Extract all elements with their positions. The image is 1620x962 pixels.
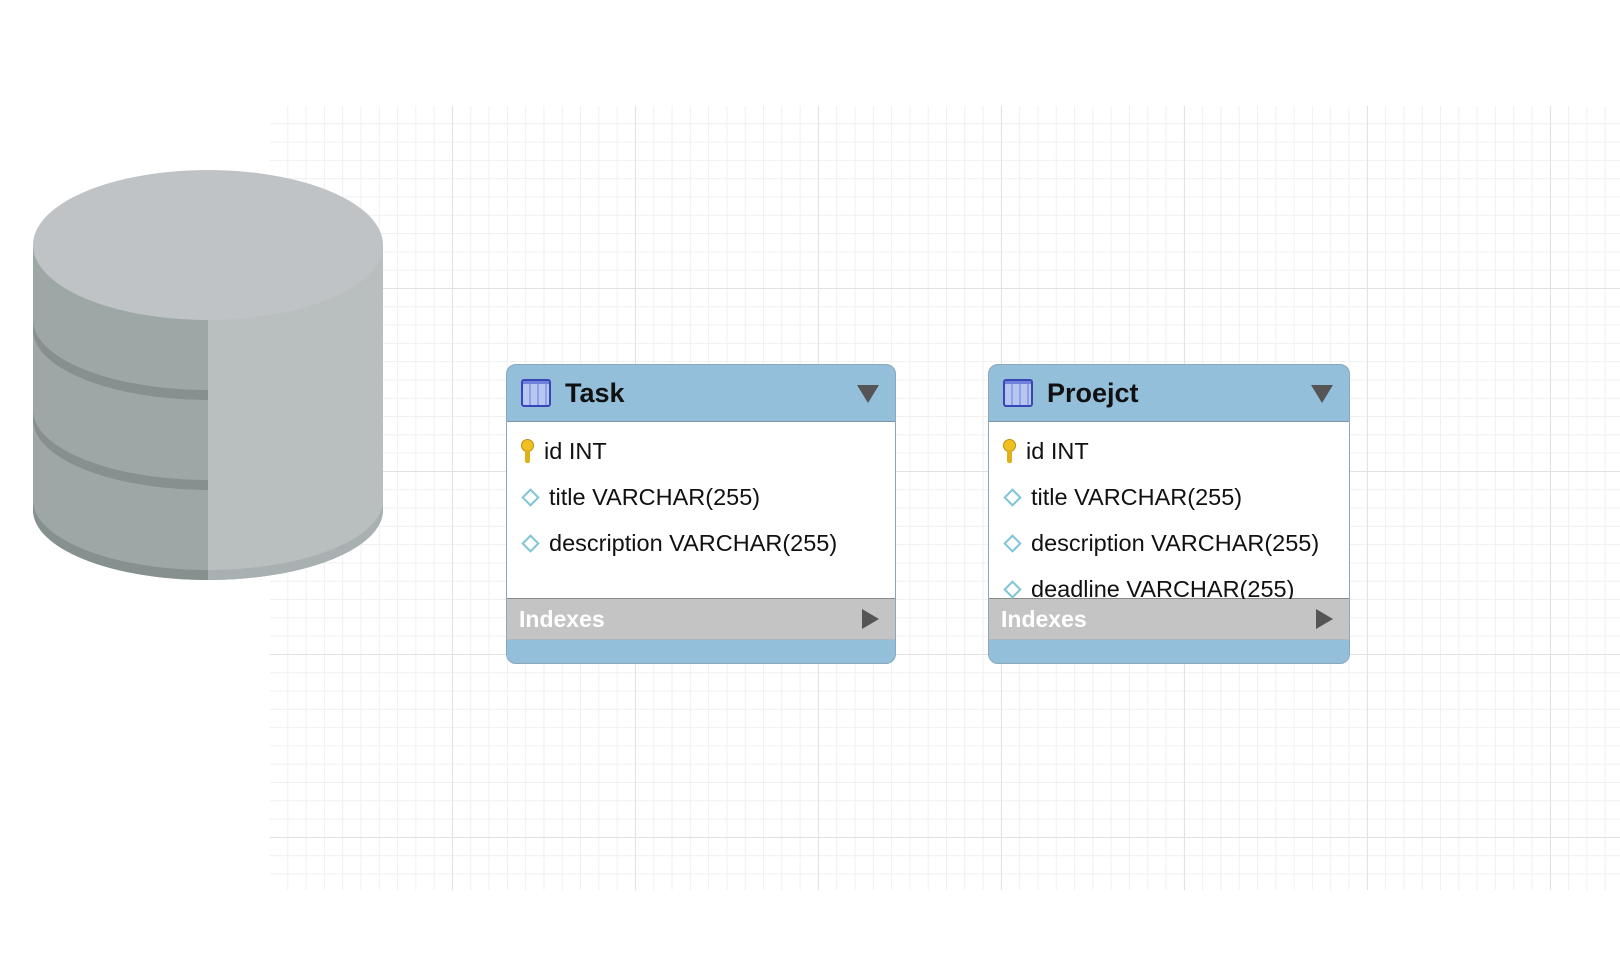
column-label: title VARCHAR(255): [549, 483, 761, 510]
column-label: id INT: [1026, 437, 1089, 464]
column-label: title VARCHAR(255): [1031, 483, 1243, 510]
expand-triangle-icon[interactable]: [1316, 609, 1333, 629]
indexes-bar[interactable]: Indexes: [989, 599, 1349, 640]
indexes-label: Indexes: [1001, 605, 1087, 632]
table-footer: [989, 640, 1349, 658]
column-row[interactable]: title VARCHAR(255): [507, 474, 895, 520]
table-footer: [507, 640, 895, 658]
table-name: Proejct: [1047, 377, 1139, 408]
table-task[interactable]: Task id INT title VARCHAR(255) descripti…: [506, 364, 896, 664]
column-diamond-icon: [1003, 487, 1022, 507]
collapse-triangle-icon[interactable]: [1311, 385, 1333, 403]
collapse-triangle-icon[interactable]: [857, 385, 879, 403]
table-icon: [521, 379, 551, 407]
table-header[interactable]: Task: [507, 365, 895, 421]
table-icon: [1003, 379, 1033, 407]
column-list: id INT title VARCHAR(255) description VA…: [507, 421, 895, 599]
table-name: Task: [565, 377, 625, 408]
column-row[interactable]: description VARCHAR(255): [989, 520, 1349, 566]
column-list: id INT title VARCHAR(255) description VA…: [989, 421, 1349, 602]
diagram-canvas-grid: [270, 106, 1620, 890]
column-label: id INT: [544, 437, 607, 464]
column-diamond-icon: [1003, 533, 1022, 553]
column-diamond-icon: [521, 487, 540, 507]
primary-key-icon: [1003, 439, 1016, 463]
column-label: description VARCHAR(255): [1031, 529, 1320, 556]
table-proejct[interactable]: Proejct id INT title VARCHAR(255) descri…: [988, 364, 1350, 664]
indexes-bar[interactable]: Indexes: [507, 599, 895, 640]
column-diamond-icon: [521, 533, 540, 553]
column-diamond-icon: [1003, 579, 1022, 599]
column-label: description VARCHAR(255): [549, 529, 838, 556]
table-header[interactable]: Proejct: [989, 365, 1349, 421]
column-row[interactable]: description VARCHAR(255): [507, 520, 895, 566]
column-row[interactable]: id INT: [507, 428, 895, 474]
database-icon: [33, 170, 383, 580]
expand-triangle-icon[interactable]: [862, 609, 879, 629]
column-row[interactable]: title VARCHAR(255): [989, 474, 1349, 520]
primary-key-icon: [521, 439, 534, 463]
column-row[interactable]: id INT: [989, 428, 1349, 474]
indexes-label: Indexes: [519, 605, 605, 632]
